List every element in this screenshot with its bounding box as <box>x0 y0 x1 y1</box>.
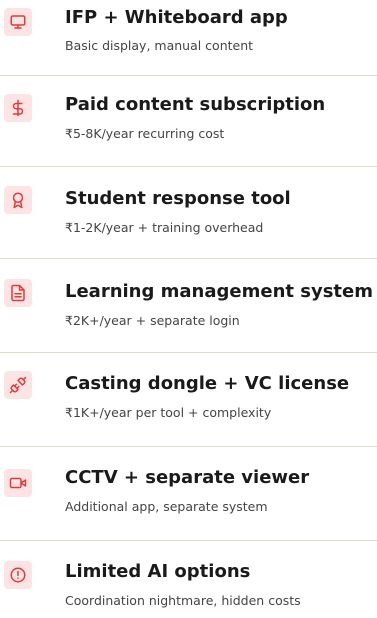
dollar-icon <box>4 94 32 122</box>
divider <box>0 446 377 447</box>
divider <box>0 540 377 541</box>
alert-circle-icon <box>4 561 32 589</box>
list-item: Limited AI options Coordination nightmar… <box>0 554 377 618</box>
list-item: IFP + Whiteboard app Basic display, manu… <box>0 0 377 64</box>
award-icon <box>4 186 32 214</box>
divider <box>0 75 377 76</box>
item-title: Learning management system <box>65 281 373 302</box>
monitor-icon <box>4 8 32 36</box>
file-text-icon <box>4 279 32 307</box>
divider <box>0 352 377 353</box>
list-item: Paid content subscription ₹5-8K/year rec… <box>0 88 377 152</box>
tool-list: IFP + Whiteboard app Basic display, manu… <box>0 0 377 614</box>
list-item: Casting dongle + VC license ₹1K+/year pe… <box>0 367 377 431</box>
item-title: Student response tool <box>65 188 291 209</box>
item-title: CCTV + separate viewer <box>65 467 310 488</box>
item-description: ₹5-8K/year recurring cost <box>65 126 225 141</box>
list-item: CCTV + separate viewer Additional app, s… <box>0 461 377 525</box>
item-title: IFP + Whiteboard app <box>65 7 288 28</box>
divider <box>0 166 377 167</box>
item-title: Paid content subscription <box>65 94 326 115</box>
item-description: ₹1K+/year per tool + complexity <box>65 405 272 420</box>
list-item: Student response tool ₹1-2K/year + train… <box>0 181 377 245</box>
item-description: ₹2K+/year + separate login <box>65 313 240 328</box>
item-description: Basic display, manual content <box>65 38 254 53</box>
item-description: Coordination nightmare, hidden costs <box>65 593 301 608</box>
list-item: Learning management system ₹2K+/year + s… <box>0 274 377 338</box>
unplug-icon <box>4 371 32 399</box>
item-title: Limited AI options <box>65 561 251 582</box>
video-icon <box>4 469 32 497</box>
item-title: Casting dongle + VC license <box>65 373 350 394</box>
item-description: Additional app, separate system <box>65 499 268 514</box>
item-description: ₹1-2K/year + training overhead <box>65 220 264 235</box>
divider <box>0 258 377 259</box>
